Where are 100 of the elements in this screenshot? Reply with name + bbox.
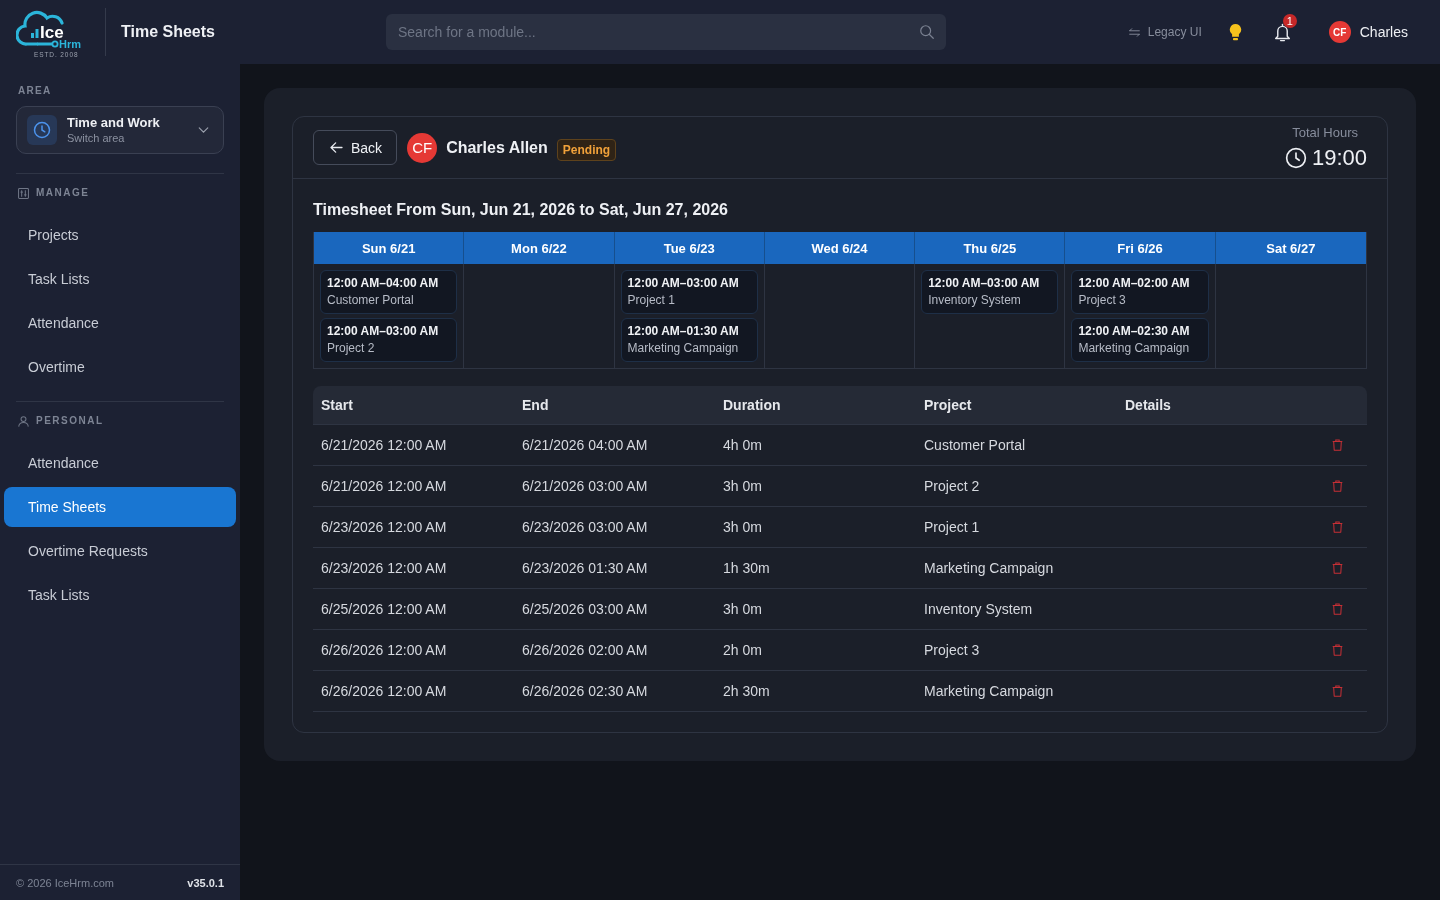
section-label: AREA (18, 85, 52, 97)
table-cell-text: 4h 0m (722, 437, 763, 453)
copyright-text: © 2026 IceHrm.com (16, 876, 114, 889)
table-cell-text: 6/25/2026 12:00 AM (320, 601, 448, 617)
table-cell-text: 6/26/2026 12:00 AM (320, 642, 448, 658)
column-header: Duration (722, 397, 782, 413)
table-cell-text: 1h 30m (722, 560, 771, 576)
table-cell-text: 6/23/2026 12:00 AM (320, 519, 448, 535)
area-switcher[interactable]: Time and Work Switch area (16, 106, 224, 154)
delete-button[interactable] (1330, 478, 1345, 494)
table-cell-text: Project 2 (923, 478, 981, 494)
sidebar-item[interactable]: Task Lists (4, 259, 236, 299)
total-hours-label: Total Hours (1292, 124, 1358, 141)
entry-project: Project 3 (1078, 292, 1127, 309)
sidebar-item[interactable]: Task Lists (4, 575, 236, 615)
clock-icon (27, 115, 57, 145)
table-cell-text: Marketing Campaign (923, 683, 1055, 699)
sliders-icon (18, 187, 29, 199)
table-cell-text: 2h 30m (722, 683, 771, 699)
entry-time: 12:00 AM–03:00 AM (928, 275, 1041, 292)
sidebar-item[interactable]: Projects (4, 215, 236, 255)
delete-button[interactable] (1330, 519, 1345, 535)
table-cell-text: Inventory System (923, 601, 1034, 617)
table-cell-text: 6/26/2026 02:30 AM (521, 683, 649, 699)
time-entry-card[interactable]: 12:00 AM–02:30 AM Marketing Campaign (1071, 318, 1209, 362)
table-cell-text: 6/21/2026 12:00 AM (320, 478, 448, 494)
entry-project: Project 2 (327, 340, 376, 357)
employee-name: Charles Allen (446, 138, 548, 157)
table-cell-text: 3h 0m (722, 478, 763, 494)
entry-time: 12:00 AM–02:30 AM (1078, 323, 1191, 340)
sidebar-item[interactable]: Overtime Requests (4, 531, 236, 571)
delete-button[interactable] (1330, 642, 1345, 658)
sidebar-item[interactable]: Attendance (4, 303, 236, 343)
time-entry-card[interactable]: 12:00 AM–03:00 AM Inventory System (921, 270, 1059, 314)
avatar: CF (407, 132, 438, 163)
entry-time: 12:00 AM–03:00 AM (627, 275, 740, 292)
clock-icon (1284, 146, 1307, 169)
time-entry-card[interactable]: 12:00 AM–04:00 AM Customer Portal (320, 270, 458, 314)
column-header: Start (320, 397, 354, 413)
entry-project: Marketing Campaign (1078, 340, 1191, 357)
table-cell-text: 2h 0m (722, 642, 763, 658)
lightbulb-icon[interactable] (1228, 23, 1242, 41)
legacy-ui-link[interactable]: Legacy UI (1128, 25, 1202, 39)
timesheet-title: Timesheet From Sun, Jun 21, 2026 to Sat, Jun 27, 2026 (313, 200, 728, 220)
sidebar-item[interactable]: Overtime (4, 347, 236, 387)
time-entry-card[interactable]: 12:00 AM–03:00 AM Project 2 (320, 318, 458, 362)
table-cell-text: 6/21/2026 04:00 AM (521, 437, 649, 453)
table-cell-text: 6/21/2026 12:00 AM (320, 437, 448, 453)
delete-button[interactable] (1330, 437, 1345, 453)
trash-icon (1332, 521, 1343, 533)
total-hours-value: 19:00 (1311, 144, 1367, 171)
trash-icon (1332, 644, 1343, 656)
table-cell-text: 6/25/2026 03:00 AM (521, 601, 649, 617)
day-header: Mon 6/22 (464, 232, 615, 264)
day-header: Wed 6/24 (764, 232, 916, 264)
trash-icon (1332, 685, 1343, 697)
entry-time: 12:00 AM–02:00 AM (1078, 275, 1191, 292)
arrow-left-icon (330, 142, 343, 153)
table-cell-text: 6/23/2026 12:00 AM (320, 560, 448, 576)
back-button[interactable]: Back (313, 130, 398, 165)
person-icon (18, 415, 29, 427)
delete-button[interactable] (1330, 560, 1345, 576)
section-label: PERSONAL (36, 415, 104, 427)
day-header: Fri 6/26 (1065, 232, 1216, 264)
entry-project: Marketing Campaign (627, 340, 740, 357)
user-menu[interactable]: CF Charles (1328, 21, 1408, 43)
swap-arrows-icon (1128, 27, 1140, 37)
table-cell-text: 6/23/2026 03:00 AM (521, 519, 649, 535)
column-header: Project (923, 397, 973, 413)
table-cell-text: 6/26/2026 12:00 AM (320, 683, 448, 699)
trash-icon (1332, 439, 1343, 451)
table-cell-text: 3h 0m (722, 519, 763, 535)
section-label: MANAGE (36, 187, 90, 199)
table-cell-text: 3h 0m (722, 601, 763, 617)
search-icon (920, 25, 934, 39)
column-header: Details (1124, 397, 1172, 413)
column-header: End (521, 397, 550, 413)
entry-time: 12:00 AM–03:00 AM (327, 323, 440, 340)
table-cell-text: 6/21/2026 03:00 AM (521, 478, 649, 494)
table-cell-text: Customer Portal (923, 437, 1027, 453)
sidebar-item[interactable]: Time Sheets (4, 487, 236, 527)
search-field[interactable]: Search for a module... (386, 14, 946, 50)
delete-button[interactable] (1330, 601, 1345, 617)
time-entry-card[interactable]: 12:00 AM–03:00 AM Project 1 (620, 270, 758, 314)
entry-project: Inventory System (928, 292, 1022, 309)
day-header: Sat 6/27 (1215, 232, 1366, 264)
table-cell-text: Project 3 (923, 642, 981, 658)
status-badge: Pending (556, 138, 617, 161)
chevron-down-icon (198, 127, 209, 133)
day-header: Sun 6/21 (314, 232, 465, 264)
time-entry-card[interactable]: 12:00 AM–01:30 AM Marketing Campaign (620, 318, 758, 362)
table-cell-text: 6/23/2026 01:30 AM (521, 560, 649, 576)
version-text: v35.0.1 (187, 876, 224, 889)
trash-icon (1332, 562, 1343, 574)
delete-button[interactable] (1330, 683, 1345, 699)
trash-icon (1332, 603, 1343, 615)
sidebar-item[interactable]: Attendance (4, 443, 236, 483)
notification-badge: 1 (1282, 13, 1297, 28)
time-entry-card[interactable]: 12:00 AM–02:00 AM Project 3 (1071, 270, 1209, 314)
table-cell-text: Marketing Campaign (923, 560, 1055, 576)
